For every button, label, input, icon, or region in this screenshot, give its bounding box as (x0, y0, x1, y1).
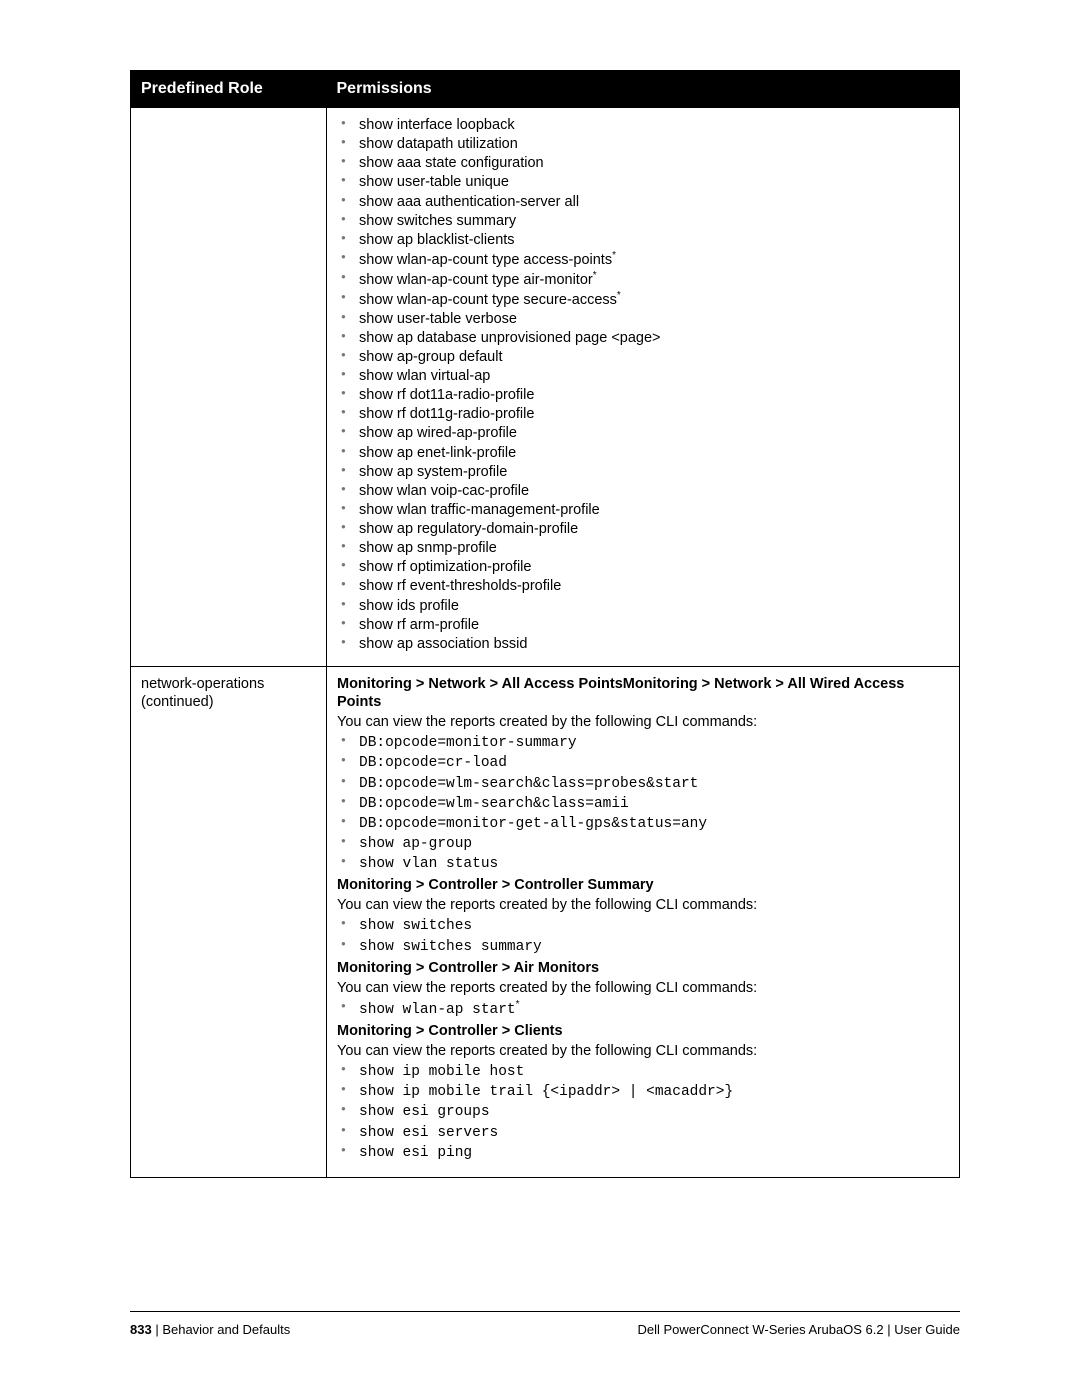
footer-section: Behavior and Defaults (162, 1322, 290, 1337)
command-item: show ap-group default (359, 348, 949, 367)
command-item: show ap regulatory-domain-profile (359, 520, 949, 539)
command-item: DB:opcode=cr-load (359, 753, 949, 773)
footer-product: Dell PowerConnect W-Series ArubaOS 6.2 (637, 1322, 883, 1337)
command-item: show interface loopback (359, 116, 949, 135)
section-block: Monitoring > Network > All Access Points… (337, 675, 949, 874)
page-number: 833 (130, 1322, 152, 1337)
command-item: show datapath utilization (359, 135, 949, 154)
command-item: show wlan-ap-count type access-points* (359, 250, 949, 270)
command-item: show ip mobile host (359, 1062, 949, 1082)
table-header-row: Predefined Role Permissions (131, 71, 960, 108)
command-item: show switches (359, 916, 949, 936)
command-item: show ap system-profile (359, 463, 949, 482)
command-item: show wlan-ap-count type secure-access* (359, 290, 949, 310)
command-item: show aaa authentication-server all (359, 193, 949, 212)
footer-doc: User Guide (894, 1322, 960, 1337)
section-heading: Monitoring > Controller > Air Monitors (337, 959, 949, 977)
command-item: show wlan traffic-management-profile (359, 501, 949, 520)
command-item: DB:opcode=wlm-search&class=amii (359, 794, 949, 814)
command-item: show ids profile (359, 597, 949, 616)
command-item: DB:opcode=wlm-search&class=probes&start (359, 774, 949, 794)
section-intro: You can view the reports created by the … (337, 896, 949, 914)
command-list: DB:opcode=monitor-summaryDB:opcode=cr-lo… (337, 733, 949, 874)
command-item: show ap association bssid (359, 635, 949, 654)
footer-sep: | (152, 1322, 163, 1337)
command-item: show ap database unprovisioned page <pag… (359, 329, 949, 348)
command-item: show rf arm-profile (359, 616, 949, 635)
footer-right: Dell PowerConnect W-Series ArubaOS 6.2 |… (637, 1322, 960, 1337)
command-item: show esi ping (359, 1143, 949, 1163)
command-item: show ap blacklist-clients (359, 231, 949, 250)
table-row: show interface loopbackshow datapath uti… (131, 108, 960, 667)
permissions-table: Predefined Role Permissions show interfa… (130, 70, 960, 1178)
permissions-cell-2: Monitoring > Network > All Access Points… (327, 666, 960, 1177)
section-heading: Monitoring > Network > All Access Points… (337, 675, 949, 711)
command-item: DB:opcode=monitor-summary (359, 733, 949, 753)
section-block: Monitoring > Controller > Controller Sum… (337, 876, 949, 957)
command-item: show user-table unique (359, 173, 949, 192)
command-item: show rf optimization-profile (359, 558, 949, 577)
command-item: show esi groups (359, 1102, 949, 1122)
table-row: network-operations (continued) Monitorin… (131, 666, 960, 1177)
command-item: show ap-group (359, 834, 949, 854)
command-item: show wlan voip-cac-profile (359, 482, 949, 501)
command-item: show switches summary (359, 212, 949, 231)
command-item: show wlan virtual-ap (359, 367, 949, 386)
page-footer: 833 | Behavior and Defaults Dell PowerCo… (130, 1311, 960, 1337)
command-list: show switchesshow switches summary (337, 916, 949, 956)
section-intro: You can view the reports created by the … (337, 979, 949, 997)
role-cell-empty (131, 108, 327, 667)
command-item: show ap snmp-profile (359, 539, 949, 558)
command-item: show ap enet-link-profile (359, 444, 949, 463)
footer-left: 833 | Behavior and Defaults (130, 1322, 290, 1337)
section-intro: You can view the reports created by the … (337, 713, 949, 731)
footer-sep2: | (884, 1322, 895, 1337)
section-block: Monitoring > Controller > Air Monitors Yo… (337, 959, 949, 1020)
header-predefined-role: Predefined Role (131, 71, 327, 108)
command-item: show wlan-ap start* (359, 999, 949, 1020)
section-block: Monitoring > Controller > Clients You can… (337, 1022, 949, 1163)
command-item: show ap wired-ap-profile (359, 424, 949, 443)
command-item: show user-table verbose (359, 310, 949, 329)
command-item: show vlan status (359, 854, 949, 874)
command-list: show wlan-ap start* (337, 999, 949, 1020)
command-list: show interface loopbackshow datapath uti… (337, 116, 949, 654)
section-heading: Monitoring > Controller > Clients (337, 1022, 949, 1040)
command-item: show aaa state configuration (359, 154, 949, 173)
command-item: show rf dot11a-radio-profile (359, 386, 949, 405)
page-container: Predefined Role Permissions show interfa… (0, 0, 1080, 1397)
section-heading: Monitoring > Controller > Controller Sum… (337, 876, 949, 894)
command-item: show rf dot11g-radio-profile (359, 405, 949, 424)
command-item: show ip mobile trail {<ipaddr> | <macadd… (359, 1082, 949, 1102)
header-permissions: Permissions (327, 71, 960, 108)
command-list: show ip mobile hostshow ip mobile trail … (337, 1062, 949, 1163)
command-item: show esi servers (359, 1123, 949, 1143)
command-item: DB:opcode=monitor-get-all-gps&status=any (359, 814, 949, 834)
section-intro: You can view the reports created by the … (337, 1042, 949, 1060)
command-item: show switches summary (359, 937, 949, 957)
command-item: show rf event-thresholds-profile (359, 577, 949, 596)
command-item: show wlan-ap-count type air-monitor* (359, 270, 949, 290)
permissions-cell-1: show interface loopbackshow datapath uti… (327, 108, 960, 667)
role-cell-network-operations: network-operations (continued) (131, 666, 327, 1177)
